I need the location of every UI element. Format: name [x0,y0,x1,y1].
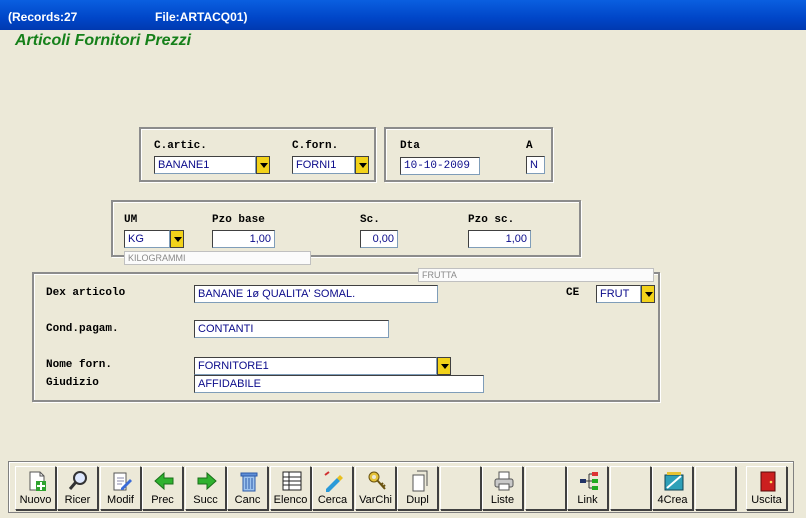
nuovo-button[interactable]: Nuovo [15,466,56,510]
edit-doc-icon [113,472,132,491]
prec-label: Prec [151,494,174,506]
succ-button[interactable]: Succ [185,466,226,510]
cerca-button[interactable]: Cerca [312,466,353,510]
arrow-right-icon [197,471,217,491]
a-label: A [526,140,533,152]
modif-label: Modif [107,494,134,506]
cforn-dropdown-icon[interactable] [355,156,369,174]
tree-link-icon [580,472,598,490]
pzo-base-field[interactable]: 1,00 [212,230,275,248]
cforn-label: C.forn. [292,140,339,152]
a-field[interactable]: N [526,156,545,174]
sc-field[interactable]: 0,00 [360,230,398,248]
succ-label: Succ [193,494,218,506]
um-description: KILOGRAMMI [124,251,311,265]
dupl-label: Dupl [406,494,429,506]
nuovo-label: Nuovo [19,494,52,506]
dupl-button[interactable]: Dupl [397,466,438,510]
pzo-sc-field[interactable]: 1,00 [468,230,531,248]
varchi-button[interactable]: VarChi [355,466,396,510]
cartic-field[interactable]: BANANE1 [154,156,256,174]
uscita-button[interactable]: Uscita [746,466,787,510]
canc-button[interactable]: Canc [227,466,268,510]
toolbar-empty-button-3[interactable] [610,466,651,510]
pzo-base-label: Pzo base [212,214,265,226]
cond-pagam-label: Cond.pagam. [46,323,119,335]
toolbar-empty-button-4[interactable] [695,466,736,510]
cerca-label: Cerca [317,494,348,506]
nome-forn-label: Nome forn. [46,359,113,371]
category-description: FRUTTA [418,268,654,282]
crea-label: 4Crea [657,494,688,506]
search-pen-icon [324,471,343,492]
ce-field[interactable]: FRUT [596,285,641,303]
cartic-label: C.artic. [154,140,207,152]
nome-forn-dropdown-icon[interactable] [437,357,451,375]
dex-articolo-label: Dex articolo [46,287,126,299]
dta-label: Dta [400,140,420,152]
records-count: (Records:27 [8,10,78,24]
cforn-field[interactable]: FORNI1 [292,156,355,174]
ricer-label: Ricer [64,494,91,506]
pzo-sc-label: Pzo sc. [468,214,515,226]
cartic-dropdown-icon[interactable] [256,156,270,174]
keys-icon [368,471,386,490]
arrow-left-icon [154,471,174,491]
file-name: File:ARTACQ01) [155,10,248,24]
varchi-label: VarChi [359,494,392,506]
um-field[interactable]: KG [124,230,170,248]
uscita-label: Uscita [751,494,782,506]
um-dropdown-icon[interactable] [170,230,184,248]
toolbar-empty-button-2[interactable] [525,466,566,510]
elenco-button[interactable]: Elenco [270,466,311,510]
title-bar: (Records:27 File:ARTACQ01) [0,0,806,30]
dex-articolo-field[interactable]: BANANE 1ø QUALITA' SOMAL. [194,285,438,303]
list-table-icon [282,471,302,491]
exit-door-icon [760,471,776,492]
link-button[interactable]: Link [567,466,608,510]
link-label: Link [577,494,598,506]
sc-label: Sc. [360,214,380,226]
ce-dropdown-icon[interactable] [641,285,655,303]
printer-icon [494,471,514,491]
prec-button[interactable]: Prec [142,466,183,510]
create-tool-icon [664,472,684,491]
ce-label: CE [566,287,580,299]
cond-pagam-field[interactable]: CONTANTI [194,320,389,338]
pricing-group [111,200,581,257]
form-title: Articoli Fornitori Prezzi [15,32,192,49]
canc-label: Canc [234,494,261,506]
dta-field[interactable]: 10-10-2009 [400,157,480,175]
crea-button[interactable]: 4Crea [652,466,693,510]
liste-button[interactable]: Liste [482,466,523,510]
ricer-button[interactable]: Ricer [57,466,98,510]
giudizio-field[interactable]: AFFIDABILE [194,375,484,393]
modif-button[interactable]: Modif [100,466,141,510]
trash-icon [240,472,258,492]
new-doc-plus-icon [29,471,46,491]
duplicate-icon [412,470,428,492]
nome-forn-field[interactable]: FORNITORE1 [194,357,437,375]
um-label: UM [124,214,138,226]
giudizio-label: Giudizio [46,377,99,389]
elenco-label: Elenco [273,494,308,506]
liste-label: Liste [490,494,515,506]
toolbar-empty-button-1[interactable] [440,466,481,510]
search-magnifier-icon [68,471,87,490]
